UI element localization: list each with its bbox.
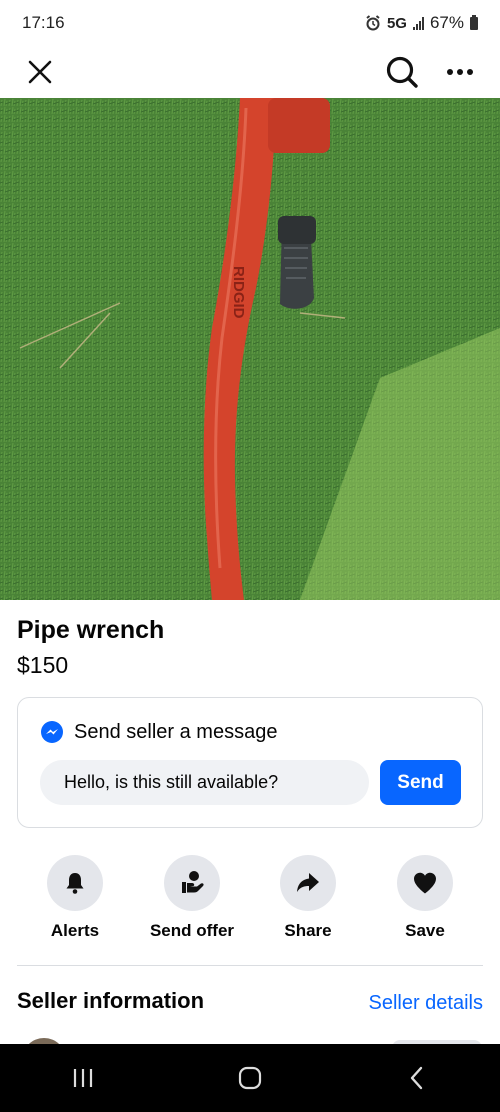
top-actions: [380, 50, 482, 94]
svg-text:RIDGID: RIDGID: [230, 266, 247, 319]
home-button[interactable]: [220, 1048, 280, 1108]
more-icon: [447, 69, 473, 75]
status-icons: 5G 67%: [365, 13, 478, 33]
send-offer-label: Send offer: [149, 921, 235, 940]
network-type: 5G: [386, 14, 407, 32]
seller-details-link[interactable]: Seller details: [368, 992, 483, 1015]
section-divider: [17, 965, 483, 966]
search-icon: [386, 56, 418, 88]
status-bar: 17:16 5G 67%: [0, 0, 500, 46]
share-label: Share: [284, 921, 332, 940]
alarm-icon: [366, 15, 380, 31]
battery-percent: 67%: [429, 13, 464, 32]
send-button[interactable]: Send: [380, 760, 461, 805]
close-icon: [28, 60, 52, 84]
alerts-label: Alerts: [50, 921, 100, 940]
signal-icon: [412, 16, 424, 30]
back-icon: [410, 1066, 422, 1090]
save-action[interactable]: Save: [370, 855, 480, 941]
top-bar: [0, 46, 500, 98]
send-offer-button[interactable]: [164, 855, 220, 911]
recent-apps-icon: [74, 1069, 93, 1087]
back-button[interactable]: [387, 1048, 447, 1108]
messenger-icon: [41, 721, 63, 743]
alerts-button[interactable]: [47, 855, 103, 911]
more-button[interactable]: [438, 50, 482, 94]
heart-icon: [414, 872, 436, 894]
alerts-action[interactable]: Alerts: [20, 855, 130, 941]
message-heading: Send seller a message: [40, 720, 277, 744]
search-button[interactable]: [380, 50, 424, 94]
offer-icon: [182, 871, 204, 893]
battery-icon: [470, 14, 478, 30]
save-button[interactable]: [397, 855, 453, 911]
listing-title: Pipe wrench: [17, 616, 165, 644]
message-input[interactable]: Hello, is this still available?: [40, 760, 369, 805]
home-icon: [238, 1066, 262, 1090]
listing-price: $150: [17, 652, 69, 678]
seller-info-heading: Seller information: [17, 988, 205, 1013]
share-action[interactable]: Share: [253, 855, 363, 941]
system-nav-bar: [0, 1044, 500, 1112]
recent-apps-button[interactable]: [53, 1048, 113, 1108]
close-button[interactable]: [18, 50, 62, 94]
message-card: Send seller a message Hello, is this sti…: [17, 697, 483, 828]
message-heading-text: Send seller a message: [74, 720, 278, 743]
send-offer-action[interactable]: Send offer: [137, 855, 247, 941]
status-time: 17:16: [22, 13, 65, 32]
bell-icon: [66, 873, 84, 894]
save-label: Save: [405, 921, 445, 940]
share-button[interactable]: [280, 855, 336, 911]
share-icon: [297, 873, 319, 892]
listing-photo[interactable]: RIDGID: [0, 98, 500, 600]
